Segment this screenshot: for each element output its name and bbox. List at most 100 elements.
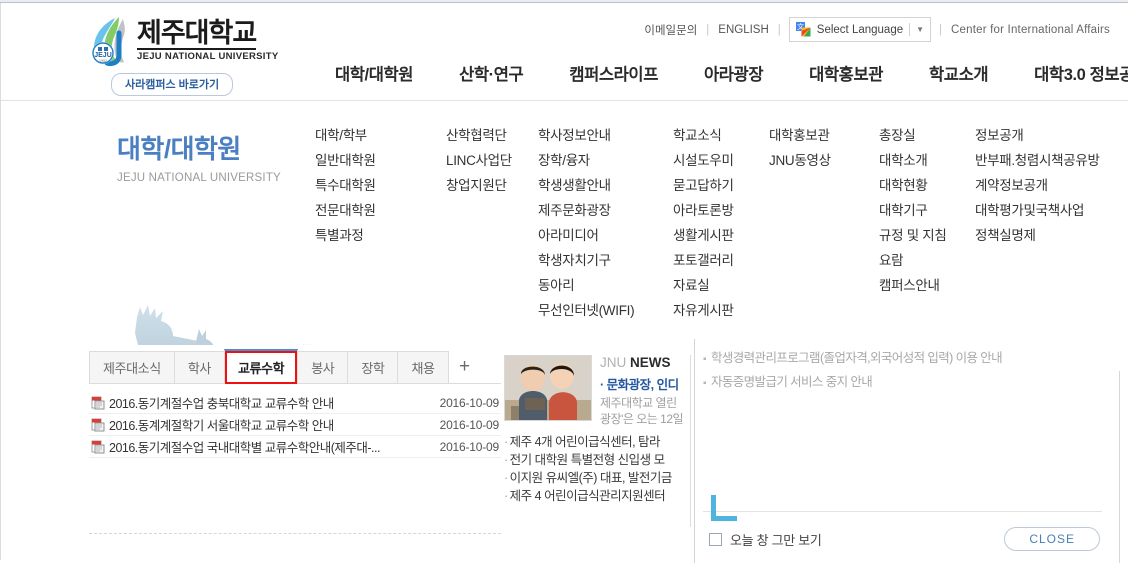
mega-item-linc[interactable]: LINC사업단 bbox=[446, 148, 538, 173]
mega-item-archive[interactable]: 자료실 bbox=[673, 273, 769, 298]
mega-item-ara-media[interactable]: 아라미디어 bbox=[538, 223, 673, 248]
mega-item-contract-disclosure[interactable]: 계약정보공개 bbox=[975, 173, 1128, 198]
gnb-item-industry-research[interactable]: 산학·연구 bbox=[436, 61, 546, 85]
mega-item-yoram[interactable]: 요람 bbox=[879, 248, 975, 273]
mega-item-ara-debate[interactable]: 아라토론방 bbox=[673, 198, 769, 223]
tab-recruitment[interactable]: 채용 bbox=[397, 351, 449, 384]
list-item-label: 전기 대학원 특별전형 신입생 모 bbox=[509, 453, 665, 467]
tab-volunteer[interactable]: 봉사 bbox=[297, 351, 349, 384]
mega-item-special-course[interactable]: 특별과정 bbox=[315, 223, 446, 248]
select-language-dropdown[interactable]: 文 Select Language ▼ bbox=[788, 17, 932, 42]
mega-item-student-life[interactable]: 학생생활안내 bbox=[538, 173, 673, 198]
gnb-item-university[interactable]: 대학/대학원 bbox=[335, 61, 436, 85]
mega-column-pr-hall: 대학홍보관 JNU동영상 bbox=[769, 101, 879, 345]
attachment-file-icon bbox=[91, 418, 105, 432]
notice-board: 제주대소식 학사 교류수학 봉사 장학 채용 + 2016.동기계절수업 충북대… bbox=[89, 349, 501, 458]
close-button[interactable]: CLOSE bbox=[1004, 527, 1100, 551]
logo-name-en: JEJU NATIONAL UNIVERSITY bbox=[137, 51, 279, 63]
news-thumbnail-image[interactable] bbox=[504, 355, 592, 421]
mega-item-special-grad[interactable]: 특수대학원 bbox=[315, 173, 446, 198]
mega-item-qna[interactable]: 묻고답하기 bbox=[673, 173, 769, 198]
mega-column-about: 총장실 대학소개 대학현황 대학기구 규정 및 지침 요람 캠퍼스안내 bbox=[879, 101, 975, 345]
mega-item-wifi[interactable]: 무선인터넷(WIFI) bbox=[538, 298, 673, 323]
mega-title: 대학/대학원 JEJU NATIONAL UNIVERSITY bbox=[117, 129, 281, 184]
hide-today-checkbox[interactable]: 오늘 창 그만 보기 bbox=[709, 530, 822, 549]
list-item[interactable]: · 제주 4 어린이급식관리지원센터 bbox=[504, 487, 692, 505]
table-row[interactable]: 2016.동계계절학기 서울대학교 교류수학 안내 2016-10-09 bbox=[89, 414, 501, 436]
mega-item-startup-support[interactable]: 창업지원단 bbox=[446, 173, 538, 198]
mega-item-about-university[interactable]: 대학소개 bbox=[879, 148, 975, 173]
tab-scholarship[interactable]: 장학 bbox=[347, 351, 399, 384]
jnu-news-list: · 제주 4개 어린이급식센터, 탐라 · 전기 대학원 특별전형 신입생 모 · 이… bbox=[504, 433, 692, 505]
tab-exchange-study[interactable]: 교류수학 bbox=[223, 349, 299, 384]
row-date: 2016-10-09 bbox=[439, 439, 500, 454]
mega-column-university: 대학/학부 일반대학원 특수대학원 전문대학원 특별과정 bbox=[315, 101, 446, 345]
add-tab-button[interactable]: + bbox=[448, 351, 482, 384]
mega-item-professional-grad[interactable]: 전문대학원 bbox=[315, 198, 446, 223]
mega-item-anticorruption[interactable]: 반부패.청렴시책공유방 bbox=[975, 148, 1128, 173]
news-headline-link[interactable]: · 문화광장, 인디 bbox=[600, 374, 692, 393]
jnu-brand-main: NEWS bbox=[630, 355, 671, 370]
tab-exchange-study-label: 교류수학 bbox=[237, 361, 285, 376]
gnb-item-about[interactable]: 학교소개 bbox=[906, 61, 1011, 85]
mega-item-campus-guide[interactable]: 캠퍼스안내 bbox=[879, 273, 975, 298]
mega-item-pr-hall[interactable]: 대학홍보관 bbox=[769, 123, 879, 148]
mega-title-en: JEJU NATIONAL UNIVERSITY bbox=[117, 172, 281, 184]
mega-item-university-org[interactable]: 대학기구 bbox=[879, 198, 975, 223]
jnu-news-panel: JNU NEWS · 문화광장, 인디 제주대학교 열린 광장'은 오는 12일… bbox=[504, 355, 692, 527]
list-item[interactable]: · 제주 4개 어린이급식센터, 탐라 bbox=[504, 433, 692, 451]
mega-item-academic-info[interactable]: 학사정보안내 bbox=[538, 123, 673, 148]
mega-item-college[interactable]: 대학/학부 bbox=[315, 123, 446, 148]
site-header: JEJU 1952 제주대학교 JEJU NATIONAL UNIVERSITY… bbox=[1, 3, 1128, 100]
table-row[interactable]: 2016.동기계절수업 국내대학별 교류수학안내(제주대-... 2016-10… bbox=[89, 436, 501, 458]
deer-statue-image bbox=[93, 299, 323, 345]
mega-item-evaluation-projects[interactable]: 대학평가및국책사업 bbox=[975, 198, 1128, 223]
row-title[interactable]: 2016.동기계절수업 충북대학교 교류수학 안내 bbox=[109, 393, 440, 412]
english-link[interactable]: ENGLISH bbox=[709, 24, 778, 36]
list-item[interactable]: · 이지원 유씨엘(주) 대표, 발전기금 bbox=[504, 469, 692, 487]
board-tabs: 제주대소식 학사 교류수학 봉사 장학 채용 + bbox=[89, 349, 501, 384]
mega-item-policy-realname[interactable]: 정책실명제 bbox=[975, 223, 1128, 248]
checkbox-icon[interactable] bbox=[709, 532, 722, 546]
gnb-item-pr-hall[interactable]: 대학홍보관 bbox=[786, 61, 906, 85]
popup-list-item-label: 자동증명발급기 서비스 중지 안내 bbox=[710, 375, 873, 389]
mega-item-clubs[interactable]: 동아리 bbox=[538, 273, 673, 298]
sara-campus-shortcut-button[interactable]: 사라캠퍼스 바로가기 bbox=[111, 73, 234, 96]
gnb-item-info-disclosure[interactable]: 대학3.0 정보공개 bbox=[1011, 61, 1128, 85]
mega-item-photo-gallery[interactable]: 포토갤러리 bbox=[673, 248, 769, 273]
mega-item-free-board[interactable]: 자유게시판 bbox=[673, 298, 769, 323]
list-item[interactable]: · 전기 대학원 특별전형 신입생 모 bbox=[504, 451, 692, 469]
mega-item-industry-coop[interactable]: 산학협력단 bbox=[446, 123, 538, 148]
jnu-brand-prefix: JNU bbox=[600, 355, 630, 370]
row-title[interactable]: 2016.동기계절수업 국내대학별 교류수학안내(제주대-... bbox=[109, 437, 440, 456]
logo-name-kr: 제주대학교 bbox=[137, 18, 257, 51]
popup-list-item[interactable]: ▪ 자동증명발급기 서비스 중지 안내 bbox=[703, 371, 1102, 395]
chevron-down-icon[interactable]: ▼ bbox=[916, 25, 924, 34]
mega-item-school-news[interactable]: 학교소식 bbox=[673, 123, 769, 148]
gnb-item-ara-plaza[interactable]: 아라광장 bbox=[681, 61, 786, 85]
mega-item-presidents-office[interactable]: 총장실 bbox=[879, 123, 975, 148]
table-row[interactable]: 2016.동기계절수업 충북대학교 교류수학 안내 2016-10-09 bbox=[89, 392, 501, 414]
select-language-label: Select Language bbox=[816, 23, 904, 36]
list-item-label: 제주 4 어린이급식관리지원센터 bbox=[509, 489, 666, 503]
mega-item-info-disclosure[interactable]: 정보공개 bbox=[975, 123, 1128, 148]
tab-jeju-news[interactable]: 제주대소식 bbox=[89, 351, 175, 384]
panel-divider bbox=[690, 355, 691, 527]
mega-item-student-org[interactable]: 학생자치기구 bbox=[538, 248, 673, 273]
mega-item-scholarship-loan[interactable]: 장학/융자 bbox=[538, 148, 673, 173]
tab-academic[interactable]: 학사 bbox=[173, 351, 225, 384]
popup-list-item[interactable]: ▪ 학생경력관리프로그램(졸업자격,외국어성적 입력) 이용 안내 bbox=[703, 347, 1102, 371]
gnb-item-campus-life[interactable]: 캠퍼스라이프 bbox=[546, 61, 681, 85]
mega-item-life-board[interactable]: 생활게시판 bbox=[673, 223, 769, 248]
mega-item-regulations[interactable]: 규정 및 지침 bbox=[879, 223, 975, 248]
mega-item-general-grad[interactable]: 일반대학원 bbox=[315, 148, 446, 173]
mega-item-jeju-culture-plaza[interactable]: 제주문화광장 bbox=[538, 198, 673, 223]
row-title[interactable]: 2016.동계계절학기 서울대학교 교류수학 안내 bbox=[109, 415, 440, 434]
center-international-affairs-label: Center for International Affairs bbox=[951, 23, 1110, 36]
bullet-icon: ▪ bbox=[703, 378, 707, 389]
mega-item-facility-helper[interactable]: 시설도우미 bbox=[673, 148, 769, 173]
mega-item-jnu-video[interactable]: JNU동영상 bbox=[769, 148, 879, 173]
email-inquiry-link[interactable]: 이메일문의 bbox=[635, 22, 706, 38]
site-logo[interactable]: JEJU 1952 제주대학교 JEJU NATIONAL UNIVERSITY… bbox=[85, 15, 335, 96]
mega-item-university-status[interactable]: 대학현황 bbox=[879, 173, 975, 198]
